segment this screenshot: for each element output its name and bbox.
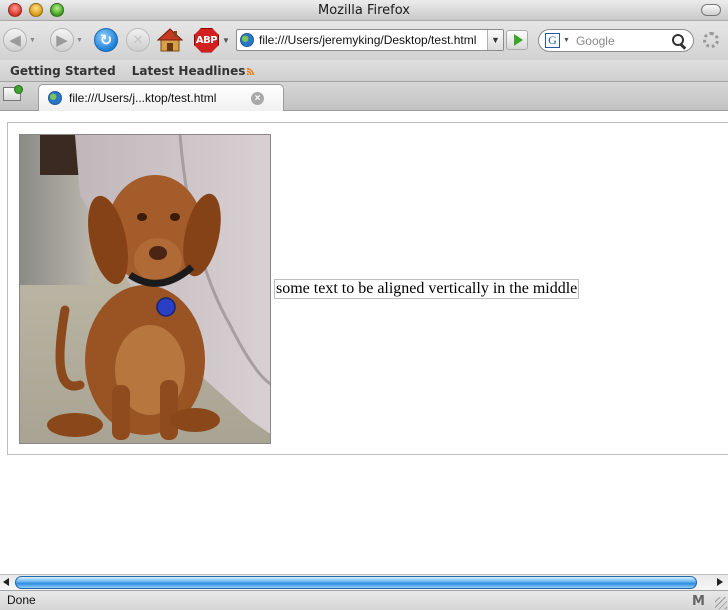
scroll-right-icon[interactable] bbox=[717, 578, 723, 586]
new-tab-button[interactable] bbox=[3, 85, 23, 101]
bookmark-latest-headlines-label: Latest Headlines bbox=[131, 63, 246, 78]
home-button[interactable] bbox=[157, 26, 183, 54]
reload-icon: ↻ bbox=[94, 28, 118, 52]
url-history-dropdown-icon[interactable]: ▼ bbox=[487, 30, 503, 50]
search-bar[interactable]: G ▼ Google bbox=[538, 29, 694, 52]
tab-label: file:///Users/j...ktop/test.html bbox=[69, 91, 217, 105]
site-globe-icon bbox=[240, 33, 254, 47]
reload-button[interactable]: ↻ bbox=[94, 26, 118, 54]
page-content: some text to be aligned vertically in th… bbox=[0, 111, 728, 574]
toolbar-toggle-button[interactable] bbox=[701, 4, 721, 16]
rss-feed-icon bbox=[247, 66, 256, 75]
bookmark-latest-headlines[interactable]: Latest Headlines bbox=[132, 64, 256, 78]
search-engine-dropdown-icon[interactable]: ▼ bbox=[563, 37, 570, 44]
home-icon bbox=[157, 28, 183, 52]
url-input[interactable]: file:///Users/jeremyking/Desktop/test.ht… bbox=[259, 33, 503, 47]
scroll-left-icon[interactable] bbox=[3, 578, 9, 586]
tab-active[interactable]: file:///Users/j...ktop/test.html × bbox=[38, 84, 284, 111]
horizontal-scrollbar[interactable] bbox=[0, 574, 728, 590]
gmail-notifier-icon[interactable]: M bbox=[692, 594, 705, 609]
search-icon[interactable] bbox=[671, 33, 687, 49]
status-bar: Done M bbox=[0, 590, 728, 610]
back-button[interactable]: ◀ ▼ bbox=[3, 26, 36, 54]
adblock-dropdown-icon[interactable]: ▼ bbox=[222, 36, 230, 45]
search-input[interactable]: Google bbox=[576, 34, 671, 48]
url-bar[interactable]: file:///Users/jeremyking/Desktop/test.ht… bbox=[236, 29, 504, 51]
content-table: some text to be aligned vertically in th… bbox=[7, 122, 728, 455]
adblock-button[interactable]: ABP ▼ bbox=[194, 26, 230, 54]
caption-text: some text to be aligned vertically in th… bbox=[274, 279, 580, 299]
title-bar: Mozilla Firefox bbox=[0, 0, 728, 21]
go-button[interactable] bbox=[506, 30, 528, 50]
bookmark-getting-started[interactable]: Getting Started bbox=[10, 64, 116, 78]
forward-dropdown-icon[interactable]: ▼ bbox=[76, 37, 83, 44]
activity-throbber-icon bbox=[703, 32, 719, 48]
forward-arrow-icon: ▶ bbox=[50, 28, 74, 52]
stop-button[interactable]: ✕ bbox=[126, 26, 150, 54]
dog-photo bbox=[19, 134, 271, 444]
window-title: Mozilla Firefox bbox=[318, 3, 410, 18]
status-text: Done bbox=[7, 593, 36, 607]
adblock-icon: ABP bbox=[194, 27, 219, 53]
forward-button[interactable]: ▶ ▼ bbox=[50, 26, 83, 54]
tab-globe-icon bbox=[48, 91, 62, 105]
google-engine-icon[interactable]: G bbox=[545, 33, 560, 48]
tab-bar: file:///Users/j...ktop/test.html × bbox=[0, 82, 728, 111]
back-dropdown-icon[interactable]: ▼ bbox=[29, 37, 36, 44]
bookmarks-toolbar: Getting Started Latest Headlines bbox=[0, 60, 728, 82]
tab-close-icon[interactable]: × bbox=[251, 92, 264, 105]
resize-grip-icon[interactable] bbox=[715, 597, 727, 609]
back-arrow-icon: ◀ bbox=[3, 28, 27, 52]
go-arrow-icon bbox=[513, 34, 523, 46]
stop-icon: ✕ bbox=[126, 28, 150, 52]
scrollbar-thumb[interactable] bbox=[15, 576, 697, 589]
navigation-toolbar: ◀ ▼ ▶ ▼ ↻ ✕ ABP ▼ file:///Users/jeremyki… bbox=[0, 21, 728, 60]
